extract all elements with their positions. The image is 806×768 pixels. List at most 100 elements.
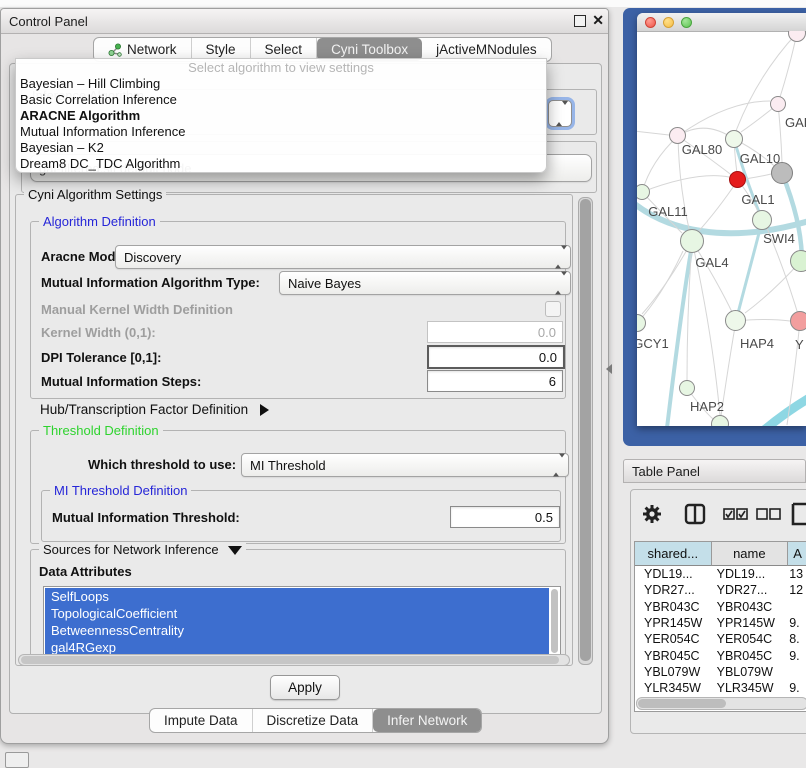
table-row[interactable]: YDL19...YDL19...13 (635, 566, 806, 582)
table-rows: YDL19...YDL19...13 YDR27...YDR27...12 YB… (635, 566, 806, 712)
tab-infer-network[interactable]: Infer Network (373, 709, 481, 732)
node-table[interactable]: shared... name A YDL19...YDL19...13 YDR2… (634, 541, 806, 712)
algorithm-combo-stepper[interactable] (548, 100, 572, 127)
network-node[interactable] (679, 380, 695, 396)
node-label: GAL10 (740, 151, 780, 166)
dropdown-item[interactable]: Bayesian – K2 (16, 140, 546, 156)
tab-impute-data-label: Impute Data (164, 713, 238, 728)
dropdown-item[interactable]: Mutual Information Inference (16, 124, 546, 140)
tab-discretize-data[interactable]: Discretize Data (253, 709, 374, 732)
table-row[interactable]: YDR27...YDR27...12 (635, 582, 806, 598)
kernel-width-field[interactable]: 0.0 (427, 321, 563, 343)
export-table-icon[interactable] (791, 501, 806, 527)
table-row[interactable]: YBR045CYBR045C9. (635, 647, 806, 663)
list-item[interactable]: SelfLoops (45, 588, 549, 605)
table-row[interactable]: YPR145WYPR145W9. (635, 615, 806, 631)
settings-v-scrollbar[interactable] (578, 197, 593, 665)
mac-close-icon[interactable] (645, 17, 656, 28)
table-h-scrollbar-thumb[interactable] (638, 699, 726, 708)
mac-minimize-icon[interactable] (663, 17, 674, 28)
settings-h-scrollbar-thumb[interactable] (21, 656, 559, 664)
cyni-settings-title: Cyni Algorithm Settings (24, 187, 166, 202)
hub-definition-label: Hub/Transcription Factor Definition (40, 402, 248, 417)
network-node[interactable] (711, 415, 729, 426)
top-strip (0, 0, 806, 7)
float-icon[interactable] (574, 15, 586, 27)
columns-icon[interactable] (684, 503, 706, 525)
list-item[interactable]: TopologicalCoefficient (45, 605, 549, 622)
manual-kernel-checkbox[interactable] (545, 301, 561, 317)
collapsed-arrow-icon (260, 404, 269, 416)
node-label: GAL4 (695, 255, 728, 270)
hub-definition-toggle[interactable]: Hub/Transcription Factor Definition (40, 402, 269, 417)
data-attributes-list[interactable]: SelfLoops TopologicalCoefficient Between… (43, 586, 561, 659)
table-row[interactable]: YBR043CYBR043C (635, 599, 806, 615)
list-scrollbar-thumb[interactable] (551, 589, 558, 653)
network-node[interactable] (725, 310, 746, 331)
unchecked-columns-icon[interactable] (756, 508, 782, 520)
column-header-partial[interactable]: A (788, 542, 806, 566)
network-edges (637, 31, 806, 426)
network-canvas[interactable]: GAL GAL80 GAL10 GAL1 GAL11 SWI4 GAL4 GCY… (637, 31, 806, 426)
close-icon[interactable]: ✕ (592, 12, 604, 29)
column-header-shared-name[interactable]: shared... (635, 542, 712, 566)
settings-v-scrollbar-thumb[interactable] (580, 199, 591, 661)
expanded-arrow-icon (228, 546, 242, 555)
network-node-salmon[interactable] (790, 311, 806, 331)
cyni-algorithm-settings-group: Cyni Algorithm Settings Algorithm Defini… (15, 194, 573, 666)
mi-steps-field[interactable]: 6 (427, 370, 563, 392)
network-node[interactable] (770, 96, 786, 112)
collapsed-panel-icon[interactable] (5, 752, 29, 768)
list-item[interactable]: BetweennessCentrality (45, 622, 549, 639)
table-panel-body: shared... name A YDL19...YDL19...13 YDR2… (630, 489, 806, 734)
table-panel-titlebar[interactable]: Table Panel (623, 459, 806, 483)
mi-threshold-field[interactable]: 0.5 (450, 506, 560, 528)
algorithm-definition-title: Algorithm Definition (39, 214, 160, 229)
table-toolbar (631, 490, 806, 538)
bottom-tabbar: Impute Data Discretize Data Infer Networ… (149, 708, 482, 733)
dpi-tolerance-field[interactable]: 0.0 (427, 345, 565, 369)
node-label: Y (795, 337, 804, 352)
network-node[interactable] (680, 229, 704, 253)
network-panel-frame: GAL GAL80 GAL10 GAL1 GAL11 SWI4 GAL4 GCY… (623, 8, 806, 446)
control-panel-titlebar[interactable]: Control Panel ✕ (1, 9, 608, 34)
gear-icon[interactable] (642, 504, 662, 524)
apply-button[interactable]: Apply (270, 675, 340, 700)
dropdown-item[interactable]: Dream8 DC_TDC Algorithm (16, 156, 546, 172)
mi-threshold-value: 0.5 (535, 510, 553, 525)
mi-type-combo[interactable]: Naive Bayes (279, 271, 571, 295)
dropdown-item[interactable]: Basic Correlation Inference (16, 92, 546, 108)
aracne-mode-combo[interactable]: Discovery (115, 245, 571, 269)
mac-zoom-icon[interactable] (681, 17, 692, 28)
settings-h-scrollbar[interactable] (18, 654, 570, 666)
stepper-arrows-icon (555, 276, 563, 291)
table-panel-title: Table Panel (632, 464, 700, 479)
network-node[interactable] (790, 250, 806, 272)
table-h-scrollbar[interactable] (636, 697, 806, 710)
sources-title[interactable]: Sources for Network Inference (39, 542, 246, 557)
stepper-arrows-icon (555, 250, 563, 265)
mi-type-label: Mutual Information Algorithm Type: (41, 275, 260, 290)
control-panel-title: Control Panel (9, 14, 88, 29)
splitter-collapse-icon[interactable] (606, 364, 612, 374)
dropdown-hint: Select algorithm to view settings (16, 59, 546, 76)
apply-button-label: Apply (288, 680, 322, 695)
table-row[interactable]: YLR345WYLR345W9. (635, 680, 806, 696)
which-threshold-combo[interactable]: MI Threshold (241, 453, 569, 477)
network-window-titlebar[interactable] (637, 13, 806, 32)
column-header-name[interactable]: name (712, 542, 789, 566)
table-row[interactable]: YBL079WYBL079W (635, 664, 806, 680)
tab-impute-data[interactable]: Impute Data (150, 709, 253, 732)
checked-columns-icon[interactable] (723, 508, 749, 520)
network-node[interactable] (752, 210, 772, 230)
dropdown-item-selected[interactable]: ARACNE Algorithm (16, 108, 546, 124)
network-node-red[interactable] (729, 171, 746, 188)
network-window[interactable]: GAL GAL80 GAL10 GAL1 GAL11 SWI4 GAL4 GCY… (637, 13, 806, 426)
dropdown-item[interactable]: Bayesian – Hill Climbing (16, 76, 546, 92)
algorithm-dropdown: Select algorithm to view settings Bayesi… (15, 58, 547, 173)
mi-threshold-definition-group: MI Threshold Definition Mutual Informati… (41, 490, 561, 542)
node-label: GAL80 (682, 142, 722, 157)
manual-kernel-label: Manual Kernel Width Definition (41, 302, 233, 317)
network-node[interactable] (725, 130, 743, 148)
table-row[interactable]: YER054CYER054C8. (635, 631, 806, 647)
